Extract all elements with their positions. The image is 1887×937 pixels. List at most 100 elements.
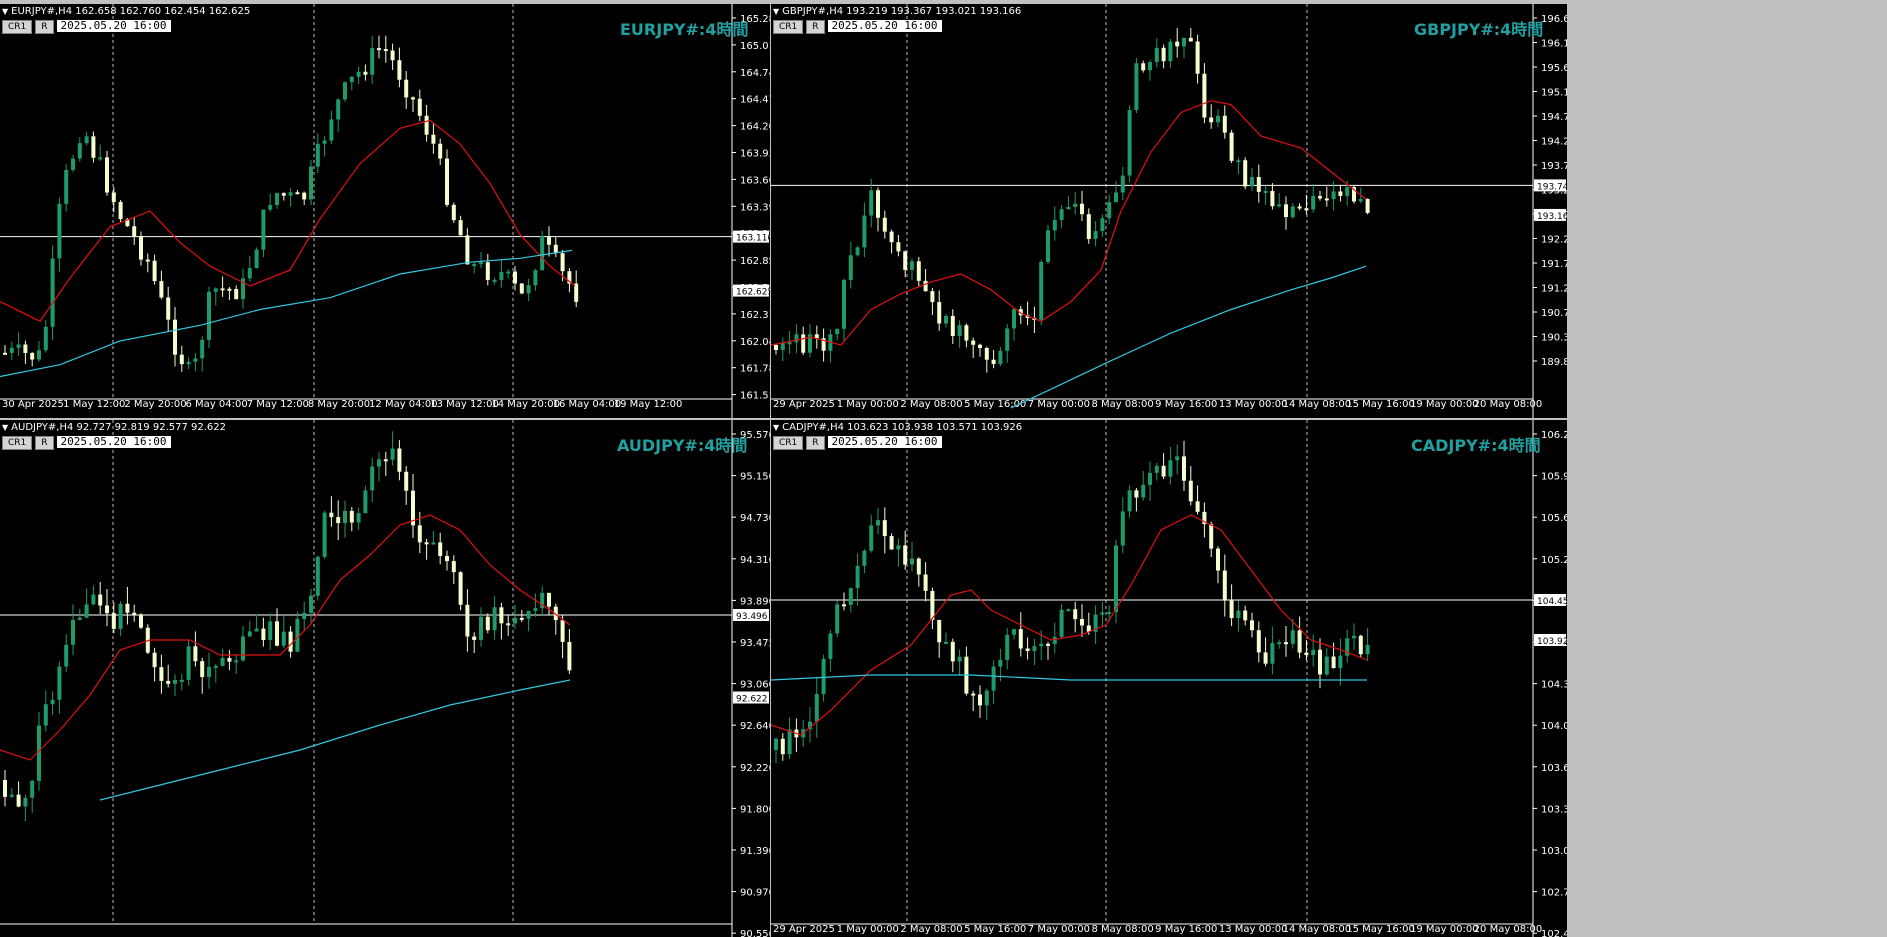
chart-gbpjpy[interactable]: 196.660 196.170 195.680 195.190 194.700 194.2…	[771, 4, 1567, 418]
chart-title: AUDJPY#:4時間	[617, 436, 748, 455]
candle-body	[77, 143, 82, 159]
candlestick	[794, 718, 799, 753]
candlestick	[173, 306, 177, 367]
candle-body	[835, 328, 840, 335]
candle-body	[869, 190, 874, 216]
chart-audjpy-canvas[interactable]: 95.57095.15094.73094.31093.89093.47593.0…	[0, 420, 770, 937]
candle-body	[458, 220, 463, 236]
dropdown-triangle-icon[interactable]: ▼	[773, 423, 779, 432]
candle-body	[322, 512, 327, 557]
candlestick	[247, 255, 252, 282]
candlestick	[526, 278, 531, 302]
candlestick	[882, 507, 887, 554]
candle-body	[1052, 636, 1057, 644]
candle-body	[152, 652, 157, 668]
candle-body	[1080, 619, 1084, 626]
candlestick	[1284, 626, 1288, 657]
moving-average-slow	[99, 679, 571, 801]
current-price-label: 92.622	[736, 695, 768, 705]
price-tick-label: 163.930	[740, 149, 770, 160]
candle-body	[485, 616, 490, 631]
time-tick-label: 19 May 00:00	[1410, 924, 1479, 935]
candle-body	[16, 794, 21, 807]
cr1-button[interactable]: CR1	[773, 436, 804, 450]
chart-audjpy[interactable]: 95.57095.15094.73094.31093.89093.47593.0…	[0, 420, 770, 937]
candlestick	[84, 588, 89, 619]
candlestick	[57, 661, 62, 714]
candle-body	[896, 545, 901, 550]
candle-body	[1005, 328, 1010, 351]
dropdown-triangle-icon[interactable]: ▼	[773, 7, 779, 16]
candle-body	[848, 588, 853, 606]
r-button[interactable]: R	[806, 20, 825, 34]
candle-body	[288, 192, 293, 196]
time-tick-label: 15 May 16:00	[1346, 399, 1415, 410]
candle-body	[404, 79, 409, 98]
datetime-box: 2025.05.20 16:00	[56, 20, 171, 32]
time-tick-label: 7 May 00:00	[1028, 399, 1090, 410]
candle-body	[71, 619, 75, 645]
candlestick	[227, 649, 232, 671]
candlestick	[1052, 622, 1057, 654]
candle-body	[1127, 110, 1132, 176]
dropdown-triangle-icon[interactable]: ▼	[2, 7, 8, 16]
cr1-button[interactable]: CR1	[2, 20, 33, 34]
candle-body	[431, 134, 436, 144]
chart-eurjpy-canvas[interactable]: 165.280165.010164.740164.470164.200163.9…	[0, 4, 770, 418]
candlestick	[567, 629, 572, 674]
candle-body	[179, 354, 184, 365]
candle-body	[513, 617, 517, 624]
candle-body	[159, 281, 164, 298]
candlestick	[533, 593, 538, 617]
time-tick-label: 9 May 16:00	[1155, 399, 1217, 410]
candlestick	[1154, 38, 1159, 68]
candlestick	[336, 500, 341, 541]
candle-body	[1243, 160, 1248, 187]
ohlc-readout: AUDJPY#,H4 92.727 92.819 92.577 92.622	[11, 422, 226, 433]
r-button[interactable]: R	[806, 436, 825, 450]
candlestick	[356, 66, 361, 85]
candle-body	[404, 471, 409, 491]
chart-gbpjpy-canvas[interactable]: 196.660 196.170 195.680 195.190 194.700 194.2…	[771, 4, 1567, 418]
candlestick	[1277, 639, 1282, 649]
price-tick-label: 161.780	[740, 364, 770, 375]
candle-body	[118, 201, 123, 220]
candle-body	[1365, 198, 1370, 213]
candlestick	[411, 96, 415, 113]
chart-cadjpy-canvas[interactable]: 106.250105.930105.610105.290104.970104.6…	[771, 420, 1567, 937]
candlestick	[363, 485, 368, 514]
candlestick	[281, 192, 286, 201]
candle-body	[315, 143, 320, 167]
chart-cadjpy[interactable]: 106.250105.930105.610105.290104.970104.6…	[771, 420, 1567, 937]
dropdown-triangle-icon[interactable]: ▼	[2, 423, 8, 432]
candle-body	[295, 192, 300, 195]
price-tick-label: 191.770	[1541, 259, 1567, 270]
candlestick	[152, 647, 157, 682]
candlestick	[1141, 471, 1146, 501]
chart-title: GBPJPY#:4時間	[1414, 20, 1544, 39]
candlestick	[424, 104, 429, 142]
candlestick	[472, 261, 477, 274]
candle-body	[1236, 610, 1241, 619]
candle-body	[1277, 642, 1282, 645]
r-button[interactable]: R	[35, 20, 54, 34]
candlestick	[780, 337, 785, 361]
price-tick-label: 103.050	[1541, 846, 1567, 857]
candlestick	[275, 608, 279, 647]
candlestick	[132, 216, 137, 245]
candle-body	[1324, 198, 1329, 201]
cr1-button[interactable]: CR1	[2, 436, 33, 450]
cr1-button[interactable]: CR1	[773, 20, 804, 34]
candle-body	[506, 271, 511, 274]
candlestick	[71, 604, 75, 656]
price-tick-label: 165.010	[740, 41, 770, 52]
chart-eurjpy[interactable]: 165.280165.010164.740164.470164.200163.9…	[0, 4, 770, 418]
candle-body	[1107, 202, 1112, 219]
candle-body	[193, 646, 198, 662]
candle-body	[159, 667, 164, 681]
r-button[interactable]: R	[35, 436, 54, 450]
candlestick	[1263, 637, 1268, 667]
price-tick-label: 162.855	[740, 256, 770, 267]
candlestick	[268, 193, 273, 212]
candlestick	[1052, 206, 1057, 241]
